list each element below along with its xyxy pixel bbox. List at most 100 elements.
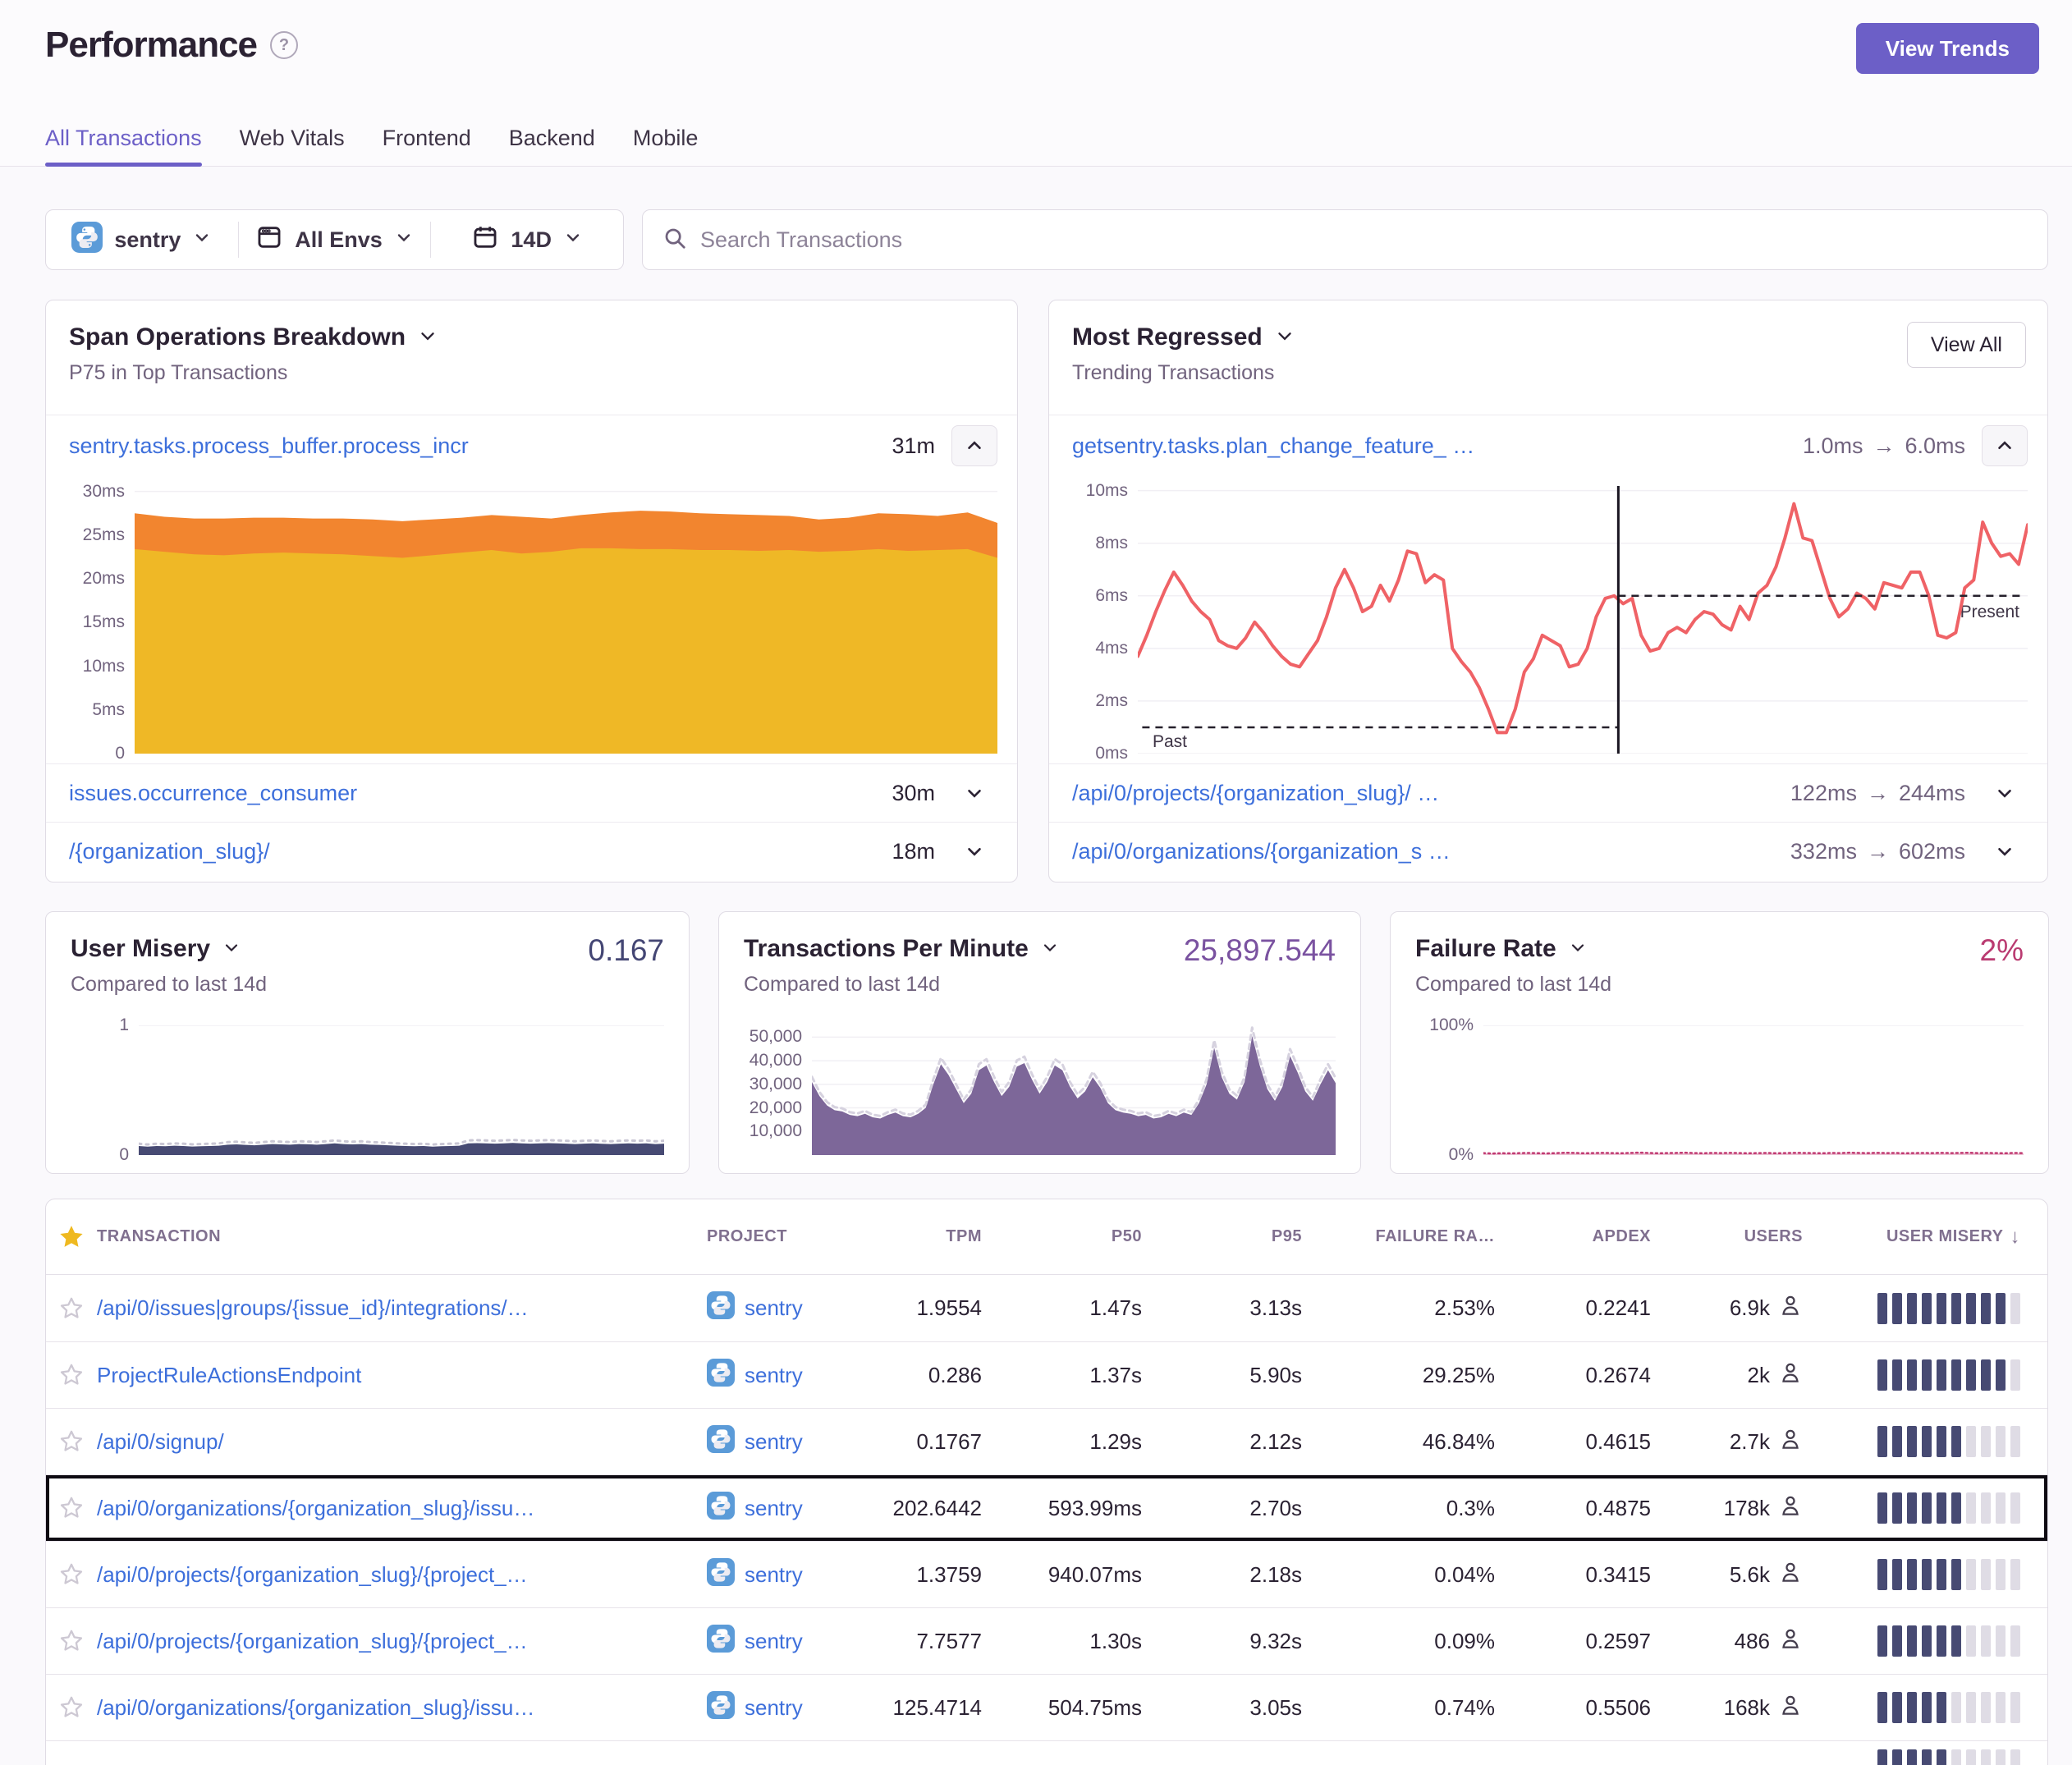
user-misery-bar	[1951, 1426, 1961, 1457]
axis-tick: 4ms	[1095, 639, 1128, 658]
transaction-link[interactable]: /api/0/projects/{organization_slug}/{pro…	[97, 1562, 707, 1588]
column-header-apdex[interactable]: APDEX	[1536, 1227, 1692, 1246]
transaction-link[interactable]: /api/0/projects/{organization_slug}/{pro…	[97, 1629, 707, 1654]
transaction-link[interactable]: /api/0/organizations/{organization_slug}…	[97, 1695, 707, 1721]
star-toggle[interactable]	[46, 1562, 97, 1587]
view-all-button[interactable]: View All	[1907, 322, 2026, 368]
user-misery-bar	[1951, 1559, 1961, 1590]
project-link[interactable]: sentry	[745, 1363, 803, 1388]
chevron-down-icon	[1274, 325, 1295, 351]
column-header-user-misery[interactable]: USER MISERY ↓	[1844, 1226, 2047, 1249]
regressed-link-0[interactable]: getsentry.tasks.plan_change_feature_ …	[1072, 433, 1786, 459]
user-misery-subtitle: Compared to last 14d	[71, 973, 664, 997]
table-row[interactable]: /api/0/projects/{organization_slug}/{pro…	[46, 1607, 2047, 1674]
collapse-button[interactable]	[1982, 425, 2028, 466]
tab-mobile[interactable]: Mobile	[633, 126, 699, 166]
table-row[interactable]: /api/0/organizations/{organization_slug}…	[46, 1474, 2047, 1541]
project-link[interactable]: sentry	[745, 1429, 803, 1455]
users-cell: 2k	[1692, 1360, 1844, 1391]
user-misery-bar	[2010, 1749, 2020, 1765]
table-row[interactable]	[46, 1740, 2047, 1765]
star-toggle[interactable]	[46, 1296, 97, 1321]
search-input[interactable]: Search Transactions	[642, 209, 2048, 270]
tab-backend[interactable]: Backend	[509, 126, 595, 166]
transactions-table: TRANSACTIONPROJECTTPMP50P95FAILURE RA…AP…	[45, 1199, 2048, 1765]
transaction-link[interactable]: /api/0/organizations/{organization_slug}…	[97, 1496, 707, 1521]
column-header-project[interactable]: PROJECT	[707, 1227, 871, 1246]
table-row[interactable]: /api/0/issues|groups/{issue_id}/integrat…	[46, 1275, 2047, 1341]
transaction-link[interactable]: ProjectRuleActionsEndpoint	[97, 1363, 707, 1388]
table-row[interactable]: ProjectRuleActionsEndpointsentry0.2861.3…	[46, 1341, 2047, 1408]
project-filter[interactable]: sentry	[46, 222, 238, 259]
user-misery-bar	[1877, 1625, 1887, 1657]
user-misery-score	[1844, 1741, 2047, 1765]
chevron-down-icon	[222, 938, 241, 961]
axis-tick: 0	[115, 744, 125, 763]
column-header-users[interactable]: USERS	[1692, 1227, 1844, 1246]
environment-filter[interactable]: All Envs	[239, 223, 431, 257]
collapse-button[interactable]	[951, 425, 997, 466]
span-ops-title-row[interactable]: Span Operations Breakdown	[69, 323, 994, 351]
project-link[interactable]: sentry	[745, 1695, 803, 1721]
project-link[interactable]: sentry	[745, 1562, 803, 1588]
tpm-cell: 202.6442	[871, 1496, 1023, 1521]
project-link[interactable]: sentry	[745, 1295, 803, 1321]
span-ops-link-2[interactable]: /{organization_slug}/	[69, 839, 875, 864]
star-toggle[interactable]	[46, 1363, 97, 1387]
regressed-link-1[interactable]: /api/0/projects/{organization_slug}/ …	[1072, 781, 1774, 806]
project-link[interactable]: sentry	[745, 1629, 803, 1654]
user-misery-bar	[1981, 1492, 1991, 1524]
star-toggle[interactable]	[46, 1695, 97, 1720]
axis-tick: 0	[119, 1145, 129, 1165]
user-misery-bar	[1996, 1359, 2006, 1391]
chevron-down-icon	[1568, 938, 1588, 961]
regressed-link-2[interactable]: /api/0/organizations/{organization_s …	[1072, 839, 1774, 864]
user-misery-bar	[2010, 1359, 2020, 1391]
user-misery-bar	[1907, 1426, 1917, 1457]
column-header-starred[interactable]	[46, 1223, 97, 1251]
tab-all-transactions[interactable]: All Transactions	[45, 126, 202, 166]
user-misery-bar	[1922, 1293, 1932, 1324]
tab-web-vitals[interactable]: Web Vitals	[240, 126, 345, 166]
column-header-failure-ra-[interactable]: FAILURE RA…	[1343, 1227, 1536, 1246]
chevron-down-icon	[192, 227, 212, 253]
expand-button[interactable]	[1982, 841, 2028, 862]
user-misery-bar	[1981, 1293, 1991, 1324]
expand-button[interactable]	[1982, 782, 2028, 804]
transaction-link[interactable]: /api/0/issues|groups/{issue_id}/integrat…	[97, 1295, 707, 1321]
span-ops-link-0[interactable]: sentry.tasks.process_buffer.process_incr	[69, 433, 875, 459]
axis-tick: 0%	[1449, 1145, 1474, 1165]
help-icon[interactable]: ?	[270, 31, 298, 59]
transaction-link[interactable]: /api/0/signup/	[97, 1429, 707, 1455]
date-range-filter[interactable]: 14D	[431, 223, 623, 257]
user-misery-selector[interactable]: User Misery	[71, 935, 664, 963]
table-row[interactable]: /api/0/organizations/{organization_slug}…	[46, 1674, 2047, 1740]
users-cell: 2.7k	[1692, 1427, 1844, 1457]
user-misery-bar	[1996, 1492, 2006, 1524]
users-cell: 6.9k	[1692, 1293, 1844, 1323]
user-misery-score	[1844, 1426, 2047, 1457]
failure-rate-card-title: Failure Rate	[1415, 935, 1556, 963]
transaction-cell: /api/0/projects/{organization_slug}/{pro…	[97, 1629, 707, 1654]
failure-rate-selector[interactable]: Failure Rate	[1415, 935, 2024, 963]
expand-button[interactable]	[951, 782, 997, 804]
expand-button[interactable]	[951, 841, 997, 862]
span-ops-link-1[interactable]: issues.occurrence_consumer	[69, 781, 875, 806]
star-toggle[interactable]	[46, 1629, 97, 1653]
tab-frontend[interactable]: Frontend	[383, 126, 471, 166]
column-header-tpm[interactable]: TPM	[871, 1227, 1023, 1246]
failure-rate-cell: 0.74%	[1343, 1695, 1536, 1721]
star-toggle[interactable]	[46, 1429, 97, 1454]
most-regressed-title-row[interactable]: Most Regressed	[1072, 323, 2024, 351]
column-header-p95[interactable]: P95	[1183, 1227, 1343, 1246]
regressed-to-0: 6.0ms	[1905, 433, 1965, 459]
table-row[interactable]: /api/0/projects/{organization_slug}/{pro…	[46, 1541, 2047, 1607]
project-link[interactable]: sentry	[745, 1496, 803, 1521]
column-header-p50[interactable]: P50	[1023, 1227, 1183, 1246]
table-row[interactable]: /api/0/signup/sentry0.17671.29s2.12s46.8…	[46, 1408, 2047, 1474]
column-header-transaction[interactable]: TRANSACTION	[97, 1227, 707, 1246]
star-toggle[interactable]	[46, 1496, 97, 1520]
view-trends-button[interactable]: View Trends	[1856, 23, 2039, 74]
user-misery-score	[1844, 1559, 2047, 1590]
user-icon	[1778, 1360, 1803, 1391]
